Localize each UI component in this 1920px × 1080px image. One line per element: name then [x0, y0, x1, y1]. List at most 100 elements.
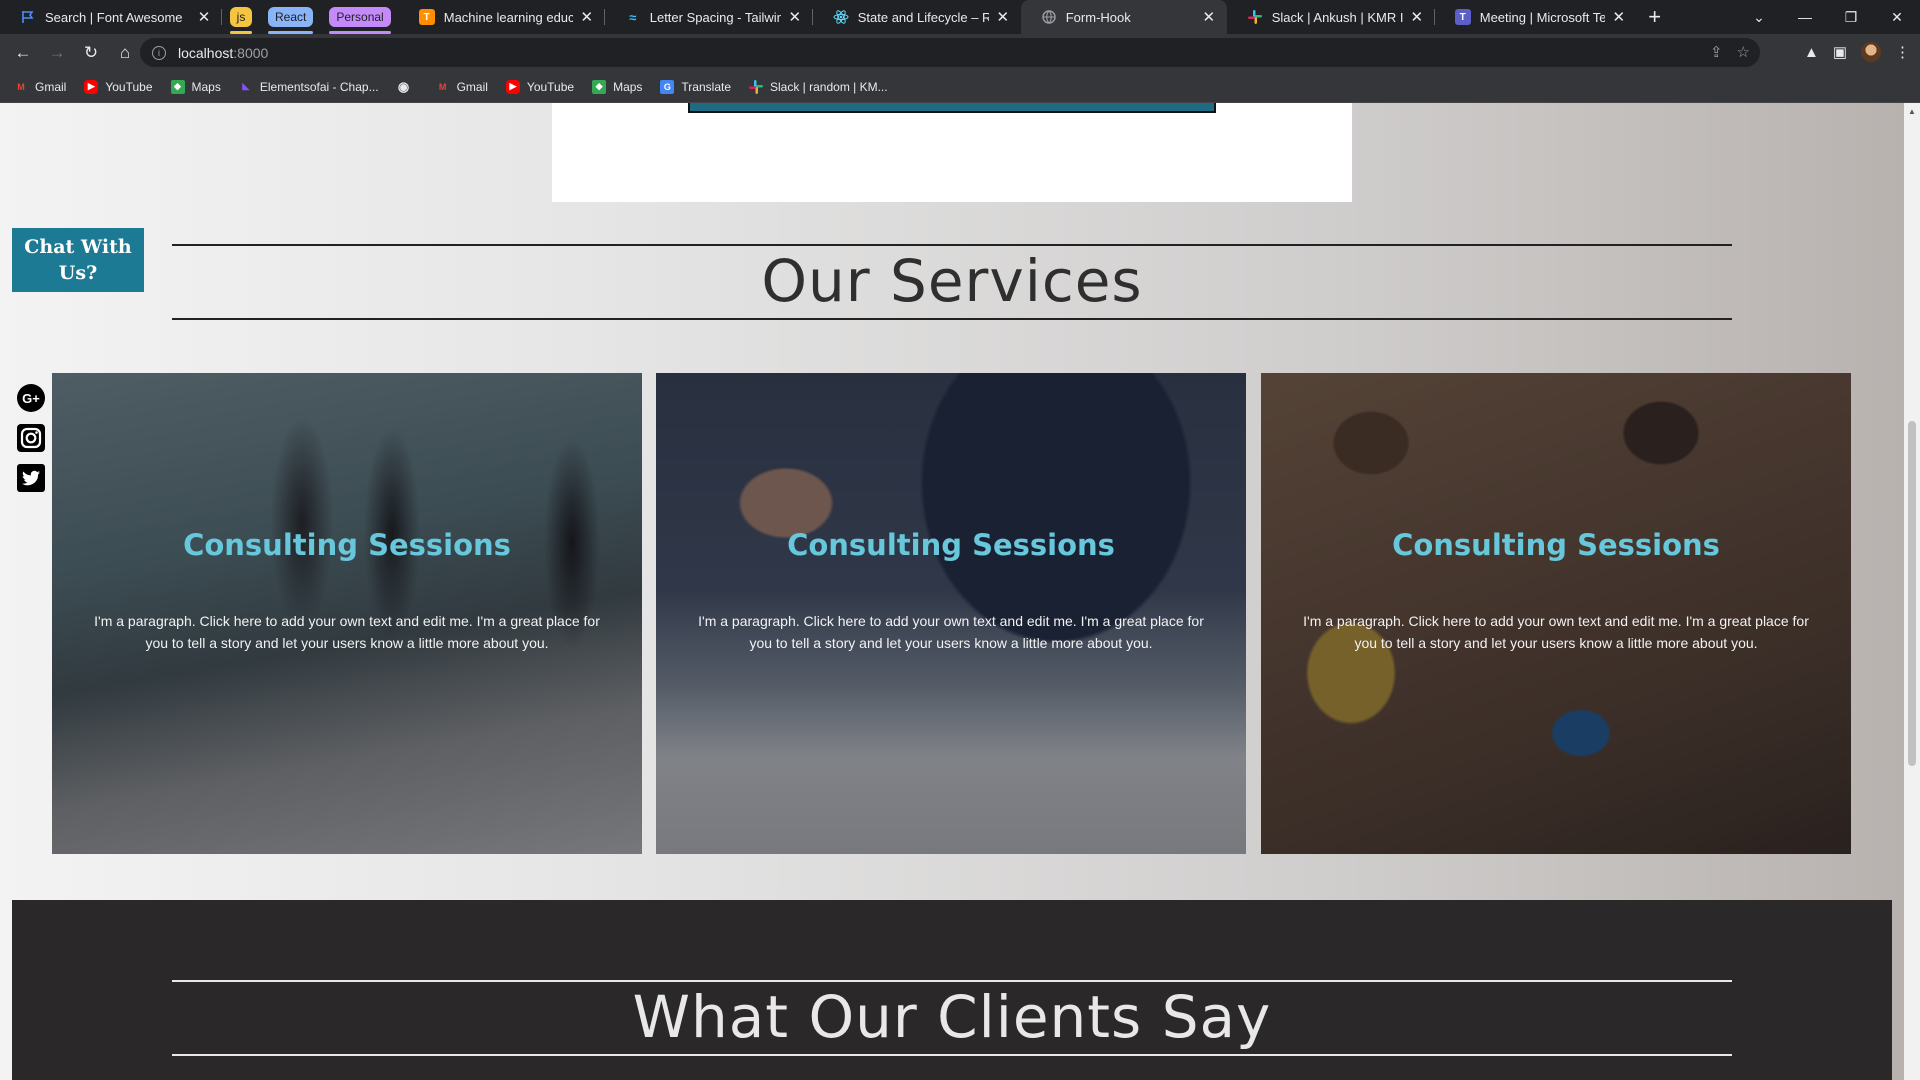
tab-form-hook[interactable]: Form-Hook ✕	[1020, 0, 1227, 34]
google-plus-icon[interactable]: G+	[16, 383, 46, 413]
page-viewport: Chat With Us? Our Services G+ Consulting…	[0, 103, 1920, 1080]
home-icon[interactable]: ⌂	[112, 43, 138, 63]
maps-icon: ◆	[170, 79, 185, 94]
services-title: Our Services	[761, 247, 1143, 315]
window-controls: ⌄ — ❐ ✕	[1736, 0, 1920, 34]
teams-icon: T	[1454, 9, 1471, 25]
close-icon[interactable]: ✕	[1409, 8, 1425, 26]
browser-toolbar: ← → ↻ ⌂ i localhost:8000 ⇪ ☆ ▲ ▣ ⋮	[0, 34, 1920, 71]
close-window-icon[interactable]: ✕	[1874, 9, 1920, 26]
tab-group-personal[interactable]: Personal	[329, 7, 392, 34]
elementsofai-icon: ◣	[242, 81, 250, 91]
tab-react-docs[interactable]: State and Lifecycle – React ✕	[813, 0, 1021, 34]
gmail-icon: M	[438, 81, 447, 92]
scrollbar-thumb[interactable]	[1908, 421, 1916, 766]
close-icon[interactable]: ✕	[196, 8, 212, 26]
bookmark-star-icon[interactable]: ☆	[1737, 43, 1750, 61]
card-title: Consulting Sessions	[787, 528, 1115, 562]
font-awesome-flag-icon	[20, 9, 36, 25]
tab-title: Meeting | Microsoft Teams	[1479, 9, 1605, 25]
service-card[interactable]: Consulting Sessions I'm a paragraph. Cli…	[1261, 373, 1851, 854]
chat-with-us-button[interactable]: Chat With Us?	[12, 228, 144, 292]
bookmark-maps-2[interactable]: ◆ Maps	[592, 79, 642, 94]
close-icon[interactable]: ✕	[787, 8, 803, 26]
tab-machine-learning[interactable]: T Machine learning educatio ✕	[399, 0, 605, 34]
card-title: Consulting Sessions	[1392, 528, 1720, 562]
translate-icon: G	[660, 79, 675, 94]
tab-teams[interactable]: T Meeting | Microsoft Teams ✕	[1435, 0, 1637, 34]
youtube-icon: ▶	[505, 79, 520, 94]
side-panel-icon[interactable]: ▣	[1833, 43, 1847, 61]
forward-icon[interactable]: →	[44, 43, 70, 63]
close-icon[interactable]: ✕	[1201, 8, 1217, 26]
clients-section: What Our Clients Say	[12, 900, 1892, 1080]
minimize-icon[interactable]: —	[1782, 9, 1828, 25]
maps-icon: ◆	[592, 79, 607, 94]
tab-slack[interactable]: Slack | Ankush | KMR INFO ✕	[1227, 0, 1435, 34]
card-text: I'm a paragraph. Click here to add your …	[698, 613, 1204, 651]
social-links: G+	[16, 383, 46, 493]
address-bar[interactable]: i localhost:8000 ⇪ ☆	[140, 38, 1760, 67]
tab-tailwind[interactable]: ≈ Letter Spacing - Tailwind C ✕	[605, 0, 813, 34]
card-text: I'm a paragraph. Click here to add your …	[1303, 613, 1809, 651]
form-card	[552, 103, 1352, 202]
gmail-icon: M	[17, 81, 25, 92]
slack-icon	[749, 79, 763, 94]
react-icon	[833, 9, 849, 25]
globe-icon	[1041, 9, 1057, 25]
service-card[interactable]: Consulting Sessions I'm a paragraph. Cli…	[656, 373, 1246, 854]
close-icon[interactable]: ✕	[1611, 8, 1627, 26]
service-card[interactable]: Consulting Sessions I'm a paragraph. Cli…	[52, 373, 642, 854]
site-info-icon[interactable]: i	[152, 45, 166, 60]
share-icon[interactable]: ⇪	[1710, 43, 1723, 61]
bookmark-youtube[interactable]: ▶ YouTube	[84, 79, 153, 94]
tailwind-icon: ≈	[629, 9, 637, 25]
tab-group-js[interactable]: js	[230, 7, 252, 34]
bookmark-maps[interactable]: ◆ Maps	[170, 79, 221, 94]
bookmark-translate[interactable]: G Translate	[660, 79, 731, 94]
tab-search-icon[interactable]: ⌄	[1736, 9, 1782, 26]
tensorflow-icon: T	[418, 9, 435, 25]
bookmark-gmail[interactable]: M Gmail	[14, 80, 66, 94]
new-tab-button[interactable]: +	[1637, 4, 1673, 30]
tab-strip: Search | Font Awesome ✕ js React Persona…	[0, 0, 1920, 34]
close-icon[interactable]: ✕	[995, 8, 1011, 26]
tab-title: Letter Spacing - Tailwind C	[649, 9, 781, 25]
youtube-icon: ▶	[84, 79, 99, 94]
submit-button[interactable]	[688, 103, 1216, 113]
profile-avatar[interactable]	[1861, 42, 1881, 62]
scroll-up-arrow-icon[interactable]: ▲	[1908, 107, 1916, 116]
restore-icon[interactable]: ❐	[1828, 9, 1874, 26]
tab-title: Slack | Ankush | KMR INFO	[1271, 9, 1403, 25]
slack-icon	[1247, 9, 1263, 25]
tab-title: Form-Hook	[1065, 9, 1131, 25]
extensions-icon[interactable]: ▲	[1804, 44, 1819, 61]
globe-icon: ◉	[397, 78, 410, 94]
tab-group-react[interactable]: React	[268, 7, 314, 34]
card-title: Consulting Sessions	[183, 528, 511, 562]
menu-icon[interactable]: ⋮	[1895, 43, 1910, 61]
card-text: I'm a paragraph. Click here to add your …	[94, 613, 600, 651]
back-icon[interactable]: ←	[10, 43, 36, 63]
tab-title: Search | Font Awesome	[45, 9, 183, 25]
bookmark-gmail-2[interactable]: M Gmail	[436, 80, 488, 94]
bookmark-globe[interactable]: ◉	[397, 78, 418, 94]
clients-heading: What Our Clients Say	[172, 980, 1732, 1056]
clients-title: What Our Clients Say	[632, 983, 1272, 1051]
close-icon[interactable]: ✕	[579, 8, 595, 26]
tab-title: Machine learning educatio	[443, 9, 573, 25]
svg-text:G+: G+	[22, 391, 40, 406]
bookmarks-bar: M Gmail ▶ YouTube ◆ Maps ◣ Elementsofai - Ch…	[0, 71, 1920, 103]
tab-separator	[221, 9, 222, 25]
reload-icon[interactable]: ↻	[78, 43, 104, 63]
url-text[interactable]: localhost:8000	[178, 45, 268, 61]
bookmark-youtube-2[interactable]: ▶ YouTube	[505, 79, 574, 94]
bookmark-elementsofai[interactable]: ◣ Elementsofai - Chap...	[239, 80, 378, 94]
bookmark-slack[interactable]: Slack | random | KM...	[749, 79, 888, 94]
instagram-icon[interactable]	[16, 423, 46, 453]
tab-font-awesome[interactable]: Search | Font Awesome ✕	[0, 0, 222, 34]
page-scrollbar[interactable]: ▲	[1904, 103, 1920, 1080]
services-heading: Our Services	[172, 244, 1732, 320]
twitter-icon[interactable]	[16, 463, 46, 493]
tab-title: State and Lifecycle – React	[857, 9, 989, 25]
